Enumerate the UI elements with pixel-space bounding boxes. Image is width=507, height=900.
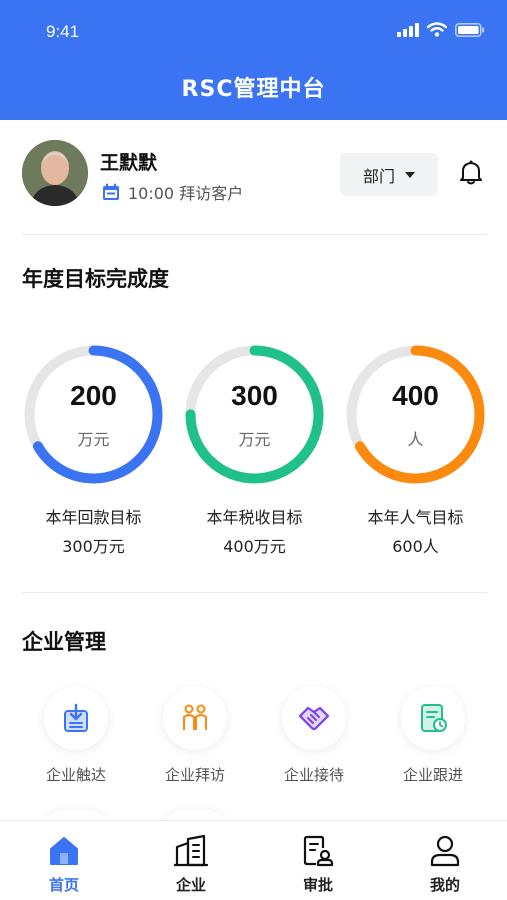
tab-home[interactable]: 首页 <box>14 833 114 895</box>
mgmt-icon-wrap <box>401 686 465 750</box>
people-icon <box>183 704 207 730</box>
gauge-unit: 人 <box>407 430 424 449</box>
tab-label: 我的 <box>429 876 460 894</box>
mgmt-label: 企业拜访 <box>164 766 225 784</box>
battery-icon <box>455 22 485 37</box>
status-time: 9:41 <box>46 22 80 41</box>
gauge-unit: 万元 <box>238 430 271 449</box>
gauge-value: 200 <box>70 380 117 411</box>
bell-icon[interactable] <box>459 160 483 186</box>
mgmt-item-followup[interactable]: 企业跟进 <box>388 686 478 785</box>
handshake-icon <box>298 706 330 731</box>
gauge-tax: 300 万元 <box>182 342 327 487</box>
caret-down-icon <box>405 171 415 178</box>
goal-target: 400万元 <box>223 537 286 556</box>
goal-caption-payment: 本年回款目标 300万元 <box>21 503 166 561</box>
mgmt-label: 企业触达 <box>45 766 106 784</box>
management-title-text: 企业管理 <box>22 630 106 654</box>
goal-caption-tax: 本年税收目标 400万元 <box>182 503 327 561</box>
home-icon <box>50 837 78 865</box>
goal-caption-popularity: 本年人气目标 600人 <box>343 503 488 561</box>
goals-section-title: 年度目标完成度 <box>22 263 192 295</box>
mgmt-icon-wrap <box>282 686 346 750</box>
department-label: 部门 <box>362 166 395 186</box>
mgmt-item-reach[interactable]: 企业触达 <box>31 686 121 785</box>
tab-approval[interactable]: 审批 <box>268 833 368 895</box>
avatar[interactable] <box>22 140 88 206</box>
mgmt-icon-wrap <box>44 686 108 750</box>
tab-label: 审批 <box>302 876 333 894</box>
calendar-icon <box>103 183 119 200</box>
management-section-title: 企业管理 <box>22 626 120 658</box>
mgmt-item-reception[interactable]: 企业接待 <box>269 686 359 785</box>
mgmt-icon-wrap <box>163 686 227 750</box>
goal-label: 本年税收目标 <box>206 508 303 527</box>
profile-section: 王默默 10:00 拜访客户 部门 <box>0 120 507 235</box>
gauge-value: 300 <box>231 380 278 411</box>
divider <box>22 234 487 235</box>
mgmt-item-visit[interactable]: 企业拜访 <box>150 686 240 785</box>
gauge-value: 400 <box>392 380 439 411</box>
goal-label: 本年人气目标 <box>367 508 464 527</box>
user-name: 王默默 <box>100 152 158 174</box>
user-icon <box>430 835 460 867</box>
download-clipboard-icon <box>64 703 88 732</box>
goal-target: 300万元 <box>62 537 125 556</box>
gauge-unit: 万元 <box>77 430 110 449</box>
tab-label: 首页 <box>48 876 79 894</box>
building-icon <box>174 835 208 867</box>
goal-target: 600人 <box>392 537 439 556</box>
app-title: RSC管理中台 <box>181 77 326 102</box>
department-dropdown[interactable]: 部门 <box>340 153 438 196</box>
goals-title-text: 年度目标完成度 <box>22 267 169 291</box>
status-icons <box>397 22 485 37</box>
schedule-text: 10:00 拜访客户 <box>128 184 244 203</box>
app-header: RSC管理中台 <box>0 60 507 120</box>
tab-enterprise[interactable]: 企业 <box>141 833 241 895</box>
gauge-payment: 200 万元 <box>21 342 166 487</box>
tab-label: 企业 <box>175 876 206 894</box>
signal-icon <box>397 22 419 37</box>
gauge-popularity: 400 人 <box>343 342 488 487</box>
goal-label: 本年回款目标 <box>45 508 142 527</box>
approval-icon <box>303 835 334 867</box>
mgmt-label: 企业跟进 <box>402 766 463 784</box>
status-bar: 9:41 <box>0 0 507 60</box>
divider <box>22 592 487 593</box>
schedule-row: 10:00 拜访客户 <box>102 180 243 204</box>
bottom-tab-bar: 首页 企业 审批 我的 <box>0 820 507 900</box>
wifi-icon <box>427 22 447 37</box>
document-clock-icon <box>421 704 447 732</box>
mgmt-label: 企业接待 <box>283 766 344 784</box>
tab-mine[interactable]: 我的 <box>395 833 495 895</box>
